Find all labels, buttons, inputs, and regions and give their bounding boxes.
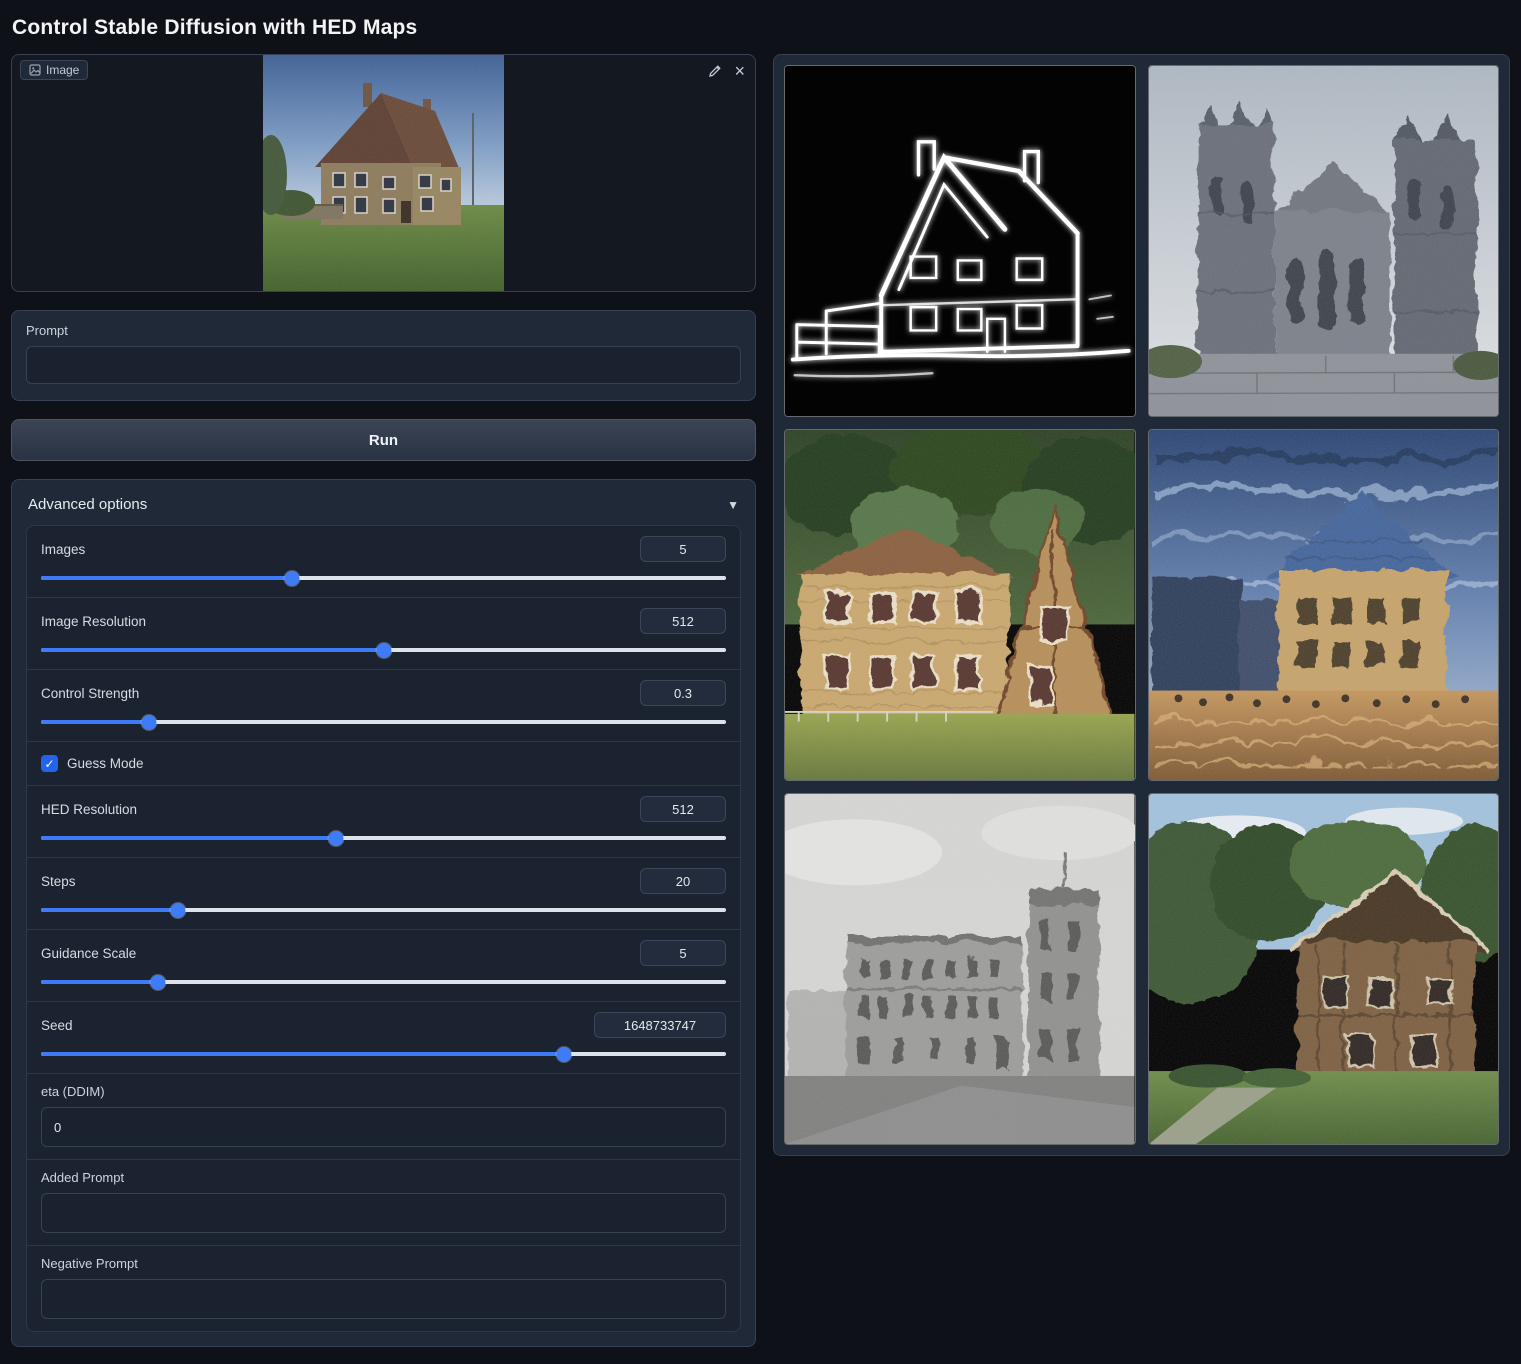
left-column: Image × bbox=[11, 54, 756, 1347]
guess-mode-label: Guess Mode bbox=[67, 756, 144, 771]
control-strength-label: Control Strength bbox=[41, 686, 139, 701]
guess-mode-checkbox[interactable]: ✓ bbox=[41, 755, 58, 772]
slider-handle[interactable] bbox=[151, 975, 166, 990]
page-title: Control Stable Diffusion with HED Maps bbox=[0, 0, 1521, 54]
added-prompt-label: Added Prompt bbox=[41, 1170, 726, 1185]
slider-fill bbox=[41, 1052, 564, 1056]
advanced-accordion-header[interactable]: Advanced options ▼ bbox=[26, 492, 741, 525]
images-value-input[interactable] bbox=[640, 536, 726, 562]
steps-slider-row: Steps bbox=[27, 857, 740, 929]
image-resolution-slider[interactable] bbox=[41, 642, 726, 657]
slider-handle[interactable] bbox=[141, 715, 156, 730]
gallery-item-stone-cathedral[interactable] bbox=[1148, 65, 1500, 417]
gallery-item-painterly-house[interactable] bbox=[1148, 429, 1500, 781]
steps-slider[interactable] bbox=[41, 902, 726, 917]
slider-fill bbox=[41, 576, 292, 580]
advanced-title: Advanced options bbox=[28, 496, 147, 513]
prompt-label: Prompt bbox=[26, 323, 741, 338]
right-column bbox=[773, 54, 1510, 1156]
hed-resolution-label: HED Resolution bbox=[41, 802, 137, 817]
control-strength-slider[interactable] bbox=[41, 714, 726, 729]
main-layout: Image × bbox=[0, 54, 1521, 1347]
image-icon bbox=[29, 64, 41, 76]
guess-mode-row: ✓ Guess Mode bbox=[27, 741, 740, 785]
gallery-item-timber-house-lawn[interactable] bbox=[1148, 793, 1500, 1145]
guidance-scale-slider[interactable] bbox=[41, 974, 726, 989]
prompt-block: Prompt bbox=[11, 310, 756, 401]
advanced-options-block: Advanced options ▼ Images bbox=[11, 479, 756, 1347]
uploaded-image[interactable] bbox=[263, 55, 504, 291]
slider-handle[interactable] bbox=[329, 831, 344, 846]
prompt-input[interactable] bbox=[26, 346, 741, 384]
image-resolution-label: Image Resolution bbox=[41, 614, 146, 629]
gallery-grid bbox=[784, 65, 1499, 1145]
slider-fill bbox=[41, 908, 178, 912]
guidance-scale-value-input[interactable] bbox=[640, 940, 726, 966]
image-label: Image bbox=[46, 63, 79, 77]
negative-prompt-label: Negative Prompt bbox=[41, 1256, 726, 1271]
output-gallery bbox=[773, 54, 1510, 1156]
gallery-item-ornate-wooden-house[interactable] bbox=[784, 429, 1136, 781]
hed-resolution-slider-row: HED Resolution bbox=[27, 785, 740, 857]
clear-image-button[interactable]: × bbox=[734, 62, 745, 80]
gallery-item-bw-historic-building[interactable] bbox=[784, 793, 1136, 1145]
images-slider[interactable] bbox=[41, 570, 726, 585]
accordion-arrow-icon: ▼ bbox=[727, 498, 739, 512]
eta-input[interactable] bbox=[41, 1107, 726, 1147]
edit-image-button[interactable] bbox=[708, 64, 722, 78]
images-label: Images bbox=[41, 542, 85, 557]
guidance-scale-slider-row: Guidance Scale bbox=[27, 929, 740, 1001]
hed-resolution-value-input[interactable] bbox=[640, 796, 726, 822]
seed-value-input[interactable] bbox=[594, 1012, 726, 1038]
eta-row: eta (DDIM) bbox=[27, 1073, 740, 1159]
slider-handle[interactable] bbox=[285, 571, 300, 586]
added-prompt-input[interactable] bbox=[41, 1193, 726, 1233]
slider-fill bbox=[41, 836, 336, 840]
control-strength-value-input[interactable] bbox=[640, 680, 726, 706]
slider-handle[interactable] bbox=[376, 643, 391, 658]
advanced-controls: Images Image Resolution bbox=[26, 525, 741, 1332]
image-label-chip: Image bbox=[20, 60, 88, 80]
image-tools: × bbox=[708, 62, 745, 80]
slider-fill bbox=[41, 720, 149, 724]
slider-fill bbox=[41, 980, 158, 984]
seed-label: Seed bbox=[41, 1018, 73, 1033]
eta-label: eta (DDIM) bbox=[41, 1084, 726, 1099]
slider-handle[interactable] bbox=[556, 1047, 571, 1062]
control-strength-slider-row: Control Strength bbox=[27, 669, 740, 741]
steps-label: Steps bbox=[41, 874, 76, 889]
guidance-scale-label: Guidance Scale bbox=[41, 946, 136, 961]
pencil-icon bbox=[708, 64, 722, 78]
seed-slider-row: Seed bbox=[27, 1001, 740, 1073]
image-input-block[interactable]: Image × bbox=[11, 54, 756, 292]
gallery-item-hed-edge-map[interactable] bbox=[784, 65, 1136, 417]
negative-prompt-row: Negative Prompt bbox=[27, 1245, 740, 1331]
image-resolution-value-input[interactable] bbox=[640, 608, 726, 634]
hed-resolution-slider[interactable] bbox=[41, 830, 726, 845]
added-prompt-row: Added Prompt bbox=[27, 1159, 740, 1245]
negative-prompt-input[interactable] bbox=[41, 1279, 726, 1319]
image-resolution-slider-row: Image Resolution bbox=[27, 597, 740, 669]
steps-value-input[interactable] bbox=[640, 868, 726, 894]
slider-fill bbox=[41, 648, 384, 652]
run-button[interactable]: Run bbox=[11, 419, 756, 461]
images-slider-row: Images bbox=[27, 526, 740, 597]
seed-slider[interactable] bbox=[41, 1046, 726, 1061]
slider-handle[interactable] bbox=[171, 903, 186, 918]
